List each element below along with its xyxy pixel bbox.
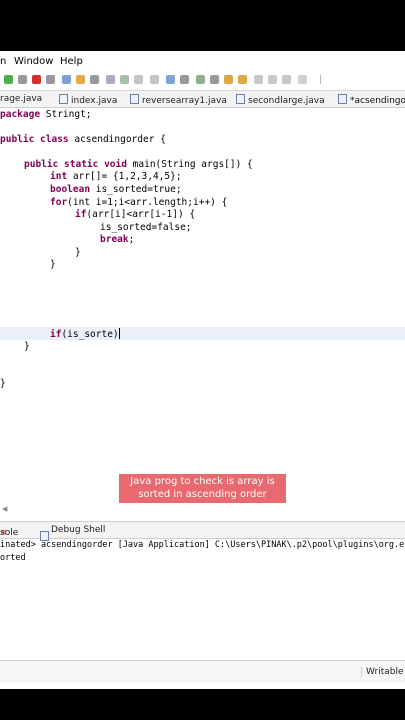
tab-secondlarge[interactable]: secondlarge.java: [236, 94, 325, 106]
code-line: }: [24, 341, 30, 352]
dropdown-icon[interactable]: [46, 75, 55, 84]
pin-editor-icon[interactable]: [298, 75, 307, 84]
run-icon[interactable]: [4, 75, 13, 84]
code-line: break;: [100, 234, 135, 245]
java-file-icon: [130, 94, 139, 104]
dropdown-icon[interactable]: [180, 75, 189, 84]
tab-label: reversearray1.java: [142, 96, 227, 106]
code-line: }: [50, 259, 56, 270]
text-cursor: [118, 328, 120, 339]
tab-label: Debug Shell: [51, 525, 106, 535]
code-line: boolean is_sorted=true;: [50, 184, 182, 195]
menu-bar: n Window Help: [0, 54, 405, 69]
code-line: public static void main(String args[]) {: [24, 159, 253, 170]
toggle-mark-icon[interactable]: [134, 75, 143, 84]
code-line: }: [0, 378, 6, 389]
code-line: for(int i=1;i<arr.length;i++) {: [50, 197, 228, 208]
nav-back-icon[interactable]: [254, 75, 263, 84]
search-icon[interactable]: [120, 75, 129, 84]
tab-index[interactable]: index.java: [59, 94, 117, 106]
menu-item-fragment[interactable]: n: [0, 56, 6, 67]
annotation-icon[interactable]: [166, 75, 175, 84]
scroll-left-arrow-icon[interactable]: ◀: [2, 505, 7, 513]
java-file-icon: [59, 94, 68, 104]
toolbar: [0, 70, 405, 91]
tab-label: *acsendingorde: [350, 96, 405, 106]
back-icon[interactable]: [224, 75, 233, 84]
tab-reversearray1[interactable]: reversearray1.java: [130, 94, 227, 106]
next-annotation-icon[interactable]: [196, 75, 205, 84]
java-file-icon: [338, 94, 347, 104]
writable-status: Writable: [361, 667, 404, 677]
dropdown-icon[interactable]: [90, 75, 99, 84]
dropdown-icon[interactable]: [18, 75, 27, 84]
code-line: is_sorted=false;: [100, 222, 192, 233]
code-editor[interactable]: package Stringt; public class acsendingo…: [0, 108, 405, 503]
console-tab-bar: sole ✕ Debug Shell: [0, 521, 405, 541]
dropdown-icon[interactable]: [210, 75, 219, 84]
code-line: if(arr[i]<arr[i-1]) {: [75, 209, 196, 220]
nav-forward-icon[interactable]: [268, 75, 277, 84]
tab-label: rage.java: [0, 94, 43, 104]
tab-label: index.java: [71, 96, 118, 106]
caption-line: sorted in ascending order: [138, 489, 267, 500]
eclipse-window: n Window Help rage.java index.java rever…: [0, 51, 405, 689]
code-line: package Stringt;: [0, 109, 92, 120]
toolbar-separator: [320, 75, 321, 84]
editor-tabs: rage.java index.java reversearray1.java …: [0, 91, 405, 108]
menu-item-window[interactable]: Window: [14, 56, 53, 67]
video-caption: Java prog to check is array is sorted in…: [119, 474, 286, 503]
code-line: int arr[]= {1,2,3,4,5};: [50, 171, 182, 182]
tab-acsendingorder[interactable]: *acsendingorde: [338, 94, 405, 106]
java-file-icon: [236, 94, 245, 104]
code-line-current: if(is_sorte): [50, 328, 120, 340]
pilcrow-icon[interactable]: [150, 75, 159, 84]
status-bar: Writable: [0, 660, 405, 683]
console-output-line: orted: [0, 553, 26, 563]
debug-icon[interactable]: [32, 75, 41, 84]
console-status-line: inated> acsendingorder [Java Application…: [0, 540, 405, 550]
console-output[interactable]: inated> acsendingorder [Java Application…: [0, 538, 405, 648]
caption-line: Java prog to check is array is: [130, 476, 275, 487]
menu-item-help[interactable]: Help: [60, 56, 83, 67]
close-icon[interactable]: ✕: [0, 528, 7, 537]
open-type-icon[interactable]: [106, 75, 115, 84]
forward-icon[interactable]: [238, 75, 247, 84]
tab-label: secondlarge.java: [248, 96, 325, 106]
code-line: }: [75, 247, 81, 258]
tab-rage[interactable]: rage.java: [0, 94, 42, 104]
new-class-icon[interactable]: [76, 75, 85, 84]
dropdown-icon[interactable]: [282, 75, 291, 84]
code-line: public class acsendingorder {: [0, 134, 166, 145]
new-package-icon[interactable]: [62, 75, 71, 84]
